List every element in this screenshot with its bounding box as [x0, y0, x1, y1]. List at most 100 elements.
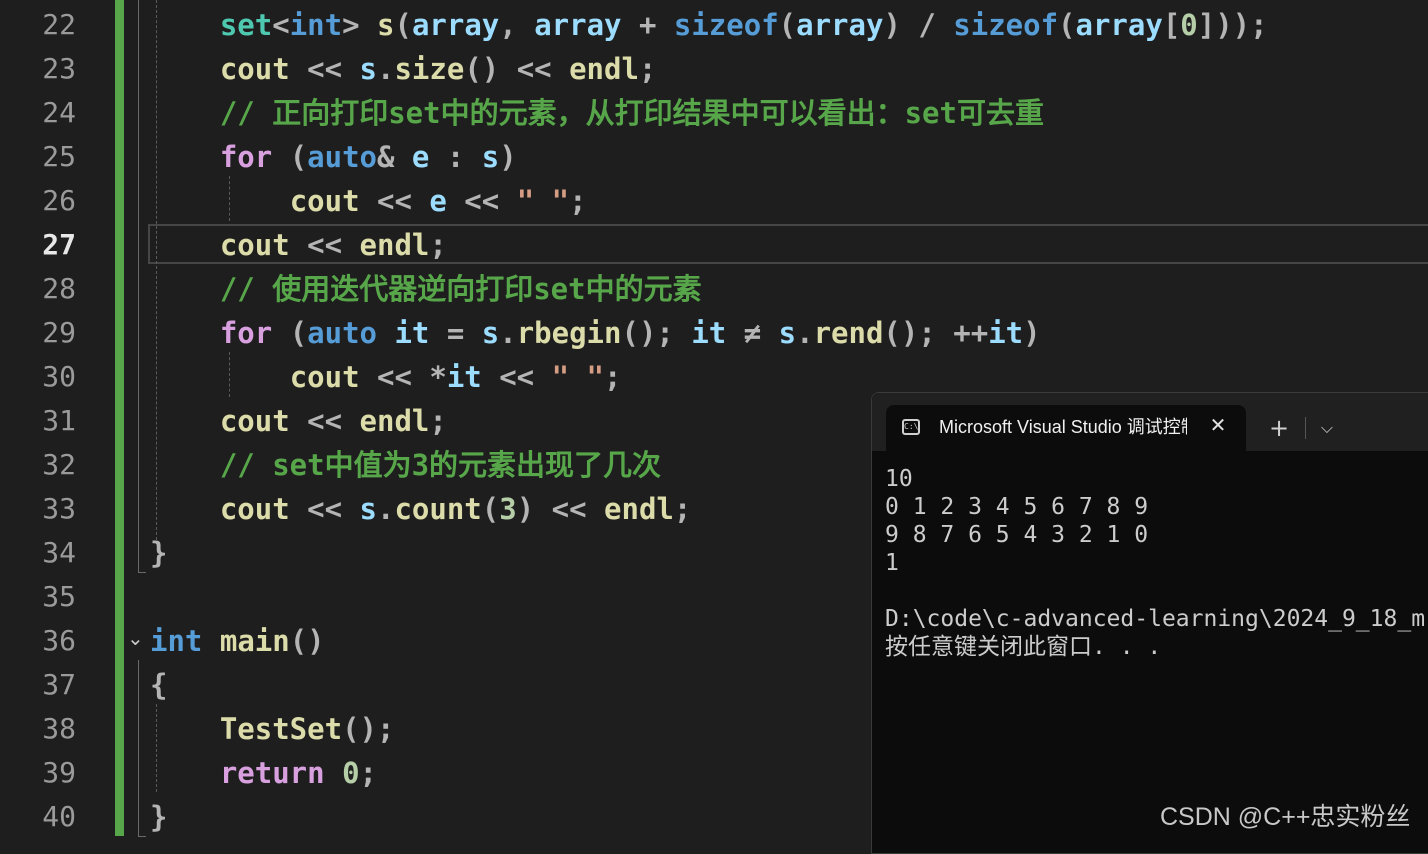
code-token: sizeof [673, 8, 779, 42]
debug-console-window[interactable]: C:\ Microsoft Visual Studio 调试控制台 ✕ + ⌵ … [871, 392, 1428, 854]
code-text[interactable]: // 正向打印set中的元素，从打印结果中可以看出：set可去重 [150, 91, 1044, 135]
code-line[interactable]: 26 cout << e << " "; [0, 179, 1428, 223]
code-token: ( [481, 492, 500, 526]
code-token: array [534, 8, 622, 42]
code-line[interactable]: 24 // 正向打印set中的元素，从打印结果中可以看出：set可去重 [0, 91, 1428, 135]
code-token: ; [604, 360, 622, 394]
code-line[interactable]: 23 cout << s.size() << endl; [0, 47, 1428, 91]
code-token: set [219, 8, 273, 42]
console-tab-title: Microsoft Visual Studio 调试控制台 [939, 417, 1187, 437]
line-number: 24 [42, 96, 76, 129]
code-line[interactable]: 25 for (auto& e : s) [0, 135, 1428, 179]
code-token: rbegin [516, 316, 622, 350]
code-token: { [150, 668, 168, 702]
code-token: s [778, 316, 797, 350]
line-number: 30 [42, 360, 76, 393]
code-token: << * [359, 360, 447, 394]
code-token: . [796, 316, 814, 350]
terminal-icon: C:\ [902, 419, 920, 435]
code-token: ( [272, 316, 308, 350]
current-line-highlight [148, 224, 1428, 264]
code-token: << [481, 360, 552, 394]
code-text[interactable]: // set中值为3的元素出现了几次 [150, 443, 661, 487]
code-token: e [411, 140, 430, 174]
code-token: < [272, 8, 290, 42]
code-text[interactable]: cout << s.count(3) << endl; [150, 487, 692, 531]
console-output-line: 0 1 2 3 4 5 6 7 8 9 [885, 494, 1149, 520]
line-number: 40 [42, 800, 76, 833]
code-text[interactable]: set<int> s(array, array + sizeof(array) … [150, 3, 1268, 47]
code-text[interactable]: { [150, 663, 167, 707]
code-line[interactable]: 22 set<int> s(array, array + sizeof(arra… [0, 3, 1428, 47]
code-text[interactable]: cout << s.size() << endl; [150, 47, 657, 91]
chevron-down-icon[interactable]: ⌵ [1312, 413, 1342, 443]
scope-bracket [138, 0, 139, 572]
code-token: s [377, 8, 395, 42]
code-token: ; [673, 492, 692, 526]
code-token: << [289, 492, 360, 526]
code-text[interactable]: TestSet(); [150, 707, 395, 751]
code-token: int [150, 624, 203, 658]
code-text[interactable]: } [150, 795, 167, 839]
new-tab-button[interactable]: + [1264, 413, 1294, 443]
line-number: 33 [42, 492, 76, 525]
console-output-line: 按任意键关闭此窗口. . . [885, 634, 1162, 660]
code-token: 0 [342, 756, 360, 790]
code-token: () << [464, 52, 570, 86]
code-text[interactable]: int main() [150, 619, 325, 663]
line-number: 35 [42, 580, 76, 613]
code-token: " " [516, 184, 570, 218]
code-token: . [377, 492, 395, 526]
code-token: () [289, 624, 325, 658]
code-text[interactable]: cout << *it << " "; [150, 355, 622, 399]
line-number: 27 [42, 228, 76, 261]
code-text[interactable]: cout << endl; [150, 399, 447, 443]
line-number: 28 [42, 272, 76, 305]
code-text[interactable]: for (auto it = s.rbegin(); it ≠ s.rend()… [150, 311, 1041, 355]
indent-guide [156, 704, 157, 792]
code-token: array [1075, 8, 1163, 42]
fold-chevron-icon[interactable]: ⌄ [127, 628, 144, 648]
scope-bracket [138, 572, 146, 573]
console-tab[interactable]: C:\ Microsoft Visual Studio 调试控制台 ✕ [886, 405, 1246, 451]
code-token: endl [604, 492, 674, 526]
code-text[interactable]: // 使用迭代器逆向打印set中的元素 [150, 267, 702, 311]
code-token: } [150, 800, 168, 834]
code-text[interactable]: for (auto& e : s) [150, 135, 517, 179]
line-number: 23 [42, 52, 76, 85]
code-token: endl [569, 52, 639, 86]
code-token: : [429, 140, 482, 174]
code-line[interactable]: 28 // 使用迭代器逆向打印set中的元素 [0, 267, 1428, 311]
code-token: (); ++ [883, 316, 989, 350]
code-text[interactable]: return 0; [150, 751, 377, 795]
code-text[interactable]: cout << e << " "; [150, 179, 587, 223]
csdn-watermark: CSDN @C++忠实粉丝 [1160, 803, 1411, 831]
code-token: s [359, 52, 377, 86]
code-token: it [691, 316, 727, 350]
code-token: << [359, 184, 430, 218]
console-output-line: 1 [885, 550, 899, 576]
console-output[interactable]: 10 0 1 2 3 4 5 6 7 8 9 9 8 7 6 5 4 3 2 1… [885, 465, 1428, 845]
code-token: . [377, 52, 395, 86]
code-token: ) << [516, 492, 605, 526]
code-token: ≠ [726, 316, 779, 350]
code-text[interactable]: } [150, 531, 167, 575]
code-token: size [394, 52, 465, 86]
code-token: . [499, 316, 517, 350]
code-token: rend [813, 316, 884, 350]
line-number: 32 [42, 448, 76, 481]
code-token: + [621, 8, 674, 42]
code-line[interactable]: 29 for (auto it = s.rbegin(); it ≠ s.ren… [0, 311, 1428, 355]
code-token: // 正向打印set中的元素，从打印结果中可以看出：set可去重 [219, 96, 1044, 130]
code-token: ) / [883, 8, 954, 42]
close-icon[interactable]: ✕ [1204, 411, 1232, 439]
